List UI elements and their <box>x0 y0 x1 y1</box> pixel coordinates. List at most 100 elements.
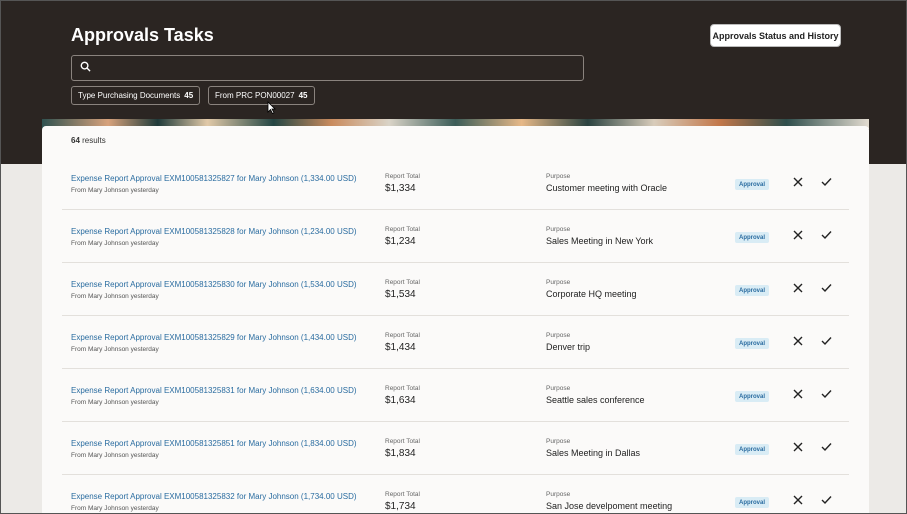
task-row[interactable]: Expense Report Approval EXM100581325831 … <box>62 369 849 422</box>
approve-button[interactable] <box>817 227 835 245</box>
close-icon <box>793 386 803 404</box>
purpose-value: Corporate HQ meeting <box>546 289 637 299</box>
filter-chip-label: From PRC PON00027 <box>215 91 295 100</box>
task-title-link[interactable]: Expense Report Approval EXM100581325830 … <box>71 280 357 289</box>
filter-chip-type[interactable]: Type Purchasing Documents 45 <box>71 86 201 105</box>
search-input[interactable] <box>99 62 579 74</box>
task-title-link[interactable]: Expense Report Approval EXM100581325832 … <box>71 492 357 501</box>
report-total-value: $1,534 <box>385 289 416 300</box>
task-from: From Mary Johnson yesterday <box>71 346 159 353</box>
checkmark-icon <box>821 439 832 457</box>
checkmark-icon <box>821 333 832 351</box>
approval-badge: Approval <box>735 285 770 296</box>
filter-chip-from[interactable]: From PRC PON00027 45 <box>208 86 315 105</box>
purpose-value: San Jose develpoment meeting <box>546 501 673 511</box>
approve-button[interactable] <box>817 386 835 404</box>
approval-badge: Approval <box>735 444 770 455</box>
filter-chip-count: 45 <box>298 91 308 100</box>
report-total-label: Report Total <box>385 279 420 286</box>
task-from: From Mary Johnson yesterday <box>71 505 159 512</box>
report-total-value: $1,234 <box>385 236 416 247</box>
task-title-link[interactable]: Expense Report Approval EXM100581325831 … <box>71 386 357 395</box>
reject-button[interactable] <box>789 174 807 192</box>
reject-button[interactable] <box>789 439 807 457</box>
report-total-value: $1,734 <box>385 501 416 512</box>
approvals-status-history-button[interactable]: Approvals Status and History <box>710 24 841 47</box>
app-window: Approvals Tasks Approvals Status and His… <box>0 0 907 514</box>
report-total-label: Report Total <box>385 173 420 180</box>
purpose-label: Purpose <box>546 385 571 392</box>
close-icon <box>793 227 803 245</box>
task-row[interactable]: Expense Report Approval EXM100581325828 … <box>62 210 849 263</box>
task-from: From Mary Johnson yesterday <box>71 452 159 459</box>
checkmark-icon <box>821 174 832 192</box>
approval-badge: Approval <box>735 338 770 349</box>
close-icon <box>793 492 803 510</box>
results-label: results <box>82 136 106 145</box>
reject-button[interactable] <box>789 492 807 510</box>
task-from: From Mary Johnson yesterday <box>71 293 159 300</box>
close-icon <box>793 439 803 457</box>
reject-button[interactable] <box>789 280 807 298</box>
task-from: From Mary Johnson yesterday <box>71 240 159 247</box>
approve-button[interactable] <box>817 280 835 298</box>
approval-badge: Approval <box>735 179 770 190</box>
report-total-value: $1,834 <box>385 448 416 459</box>
report-total-label: Report Total <box>385 491 420 498</box>
search-bar[interactable] <box>71 55 584 81</box>
purpose-label: Purpose <box>546 226 571 233</box>
close-icon <box>793 280 803 298</box>
report-total-value: $1,634 <box>385 395 416 406</box>
results-panel: 64 results Expense Report Approval EXM10… <box>42 126 869 513</box>
page-title: Approvals Tasks <box>71 25 214 45</box>
approval-badge: Approval <box>735 232 770 243</box>
checkmark-icon <box>821 280 832 298</box>
report-total-label: Report Total <box>385 438 420 445</box>
report-total-label: Report Total <box>385 332 420 339</box>
approval-badge: Approval <box>735 391 770 402</box>
purpose-label: Purpose <box>546 438 571 445</box>
approve-button[interactable] <box>817 439 835 457</box>
approve-button[interactable] <box>817 333 835 351</box>
purpose-label: Purpose <box>546 279 571 286</box>
filter-chip-count: 45 <box>184 91 194 100</box>
approval-badge: Approval <box>735 497 770 508</box>
task-title-link[interactable]: Expense Report Approval EXM100581325829 … <box>71 333 357 342</box>
reject-button[interactable] <box>789 333 807 351</box>
reject-button[interactable] <box>789 386 807 404</box>
purpose-value: Sales Meeting in New York <box>546 236 654 246</box>
purpose-label: Purpose <box>546 491 571 498</box>
search-icon <box>80 59 91 77</box>
task-row[interactable]: Expense Report Approval EXM100581325829 … <box>62 316 849 369</box>
purpose-value: Sales Meeting in Dallas <box>546 448 641 458</box>
mouse-pointer-icon <box>267 101 276 119</box>
approve-button[interactable] <box>817 492 835 510</box>
checkmark-icon <box>821 492 832 510</box>
close-icon <box>793 174 803 192</box>
purpose-value: Seattle sales conference <box>546 395 645 405</box>
checkmark-icon <box>821 386 832 404</box>
task-title-link[interactable]: Expense Report Approval EXM100581325851 … <box>71 439 357 448</box>
report-total-label: Report Total <box>385 226 420 233</box>
close-icon <box>793 333 803 351</box>
task-row[interactable]: Expense Report Approval EXM100581325851 … <box>62 422 849 475</box>
task-row[interactable]: Expense Report Approval EXM100581325832 … <box>62 475 849 513</box>
checkmark-icon <box>821 227 832 245</box>
report-total-value: $1,334 <box>385 183 416 194</box>
purpose-value: Customer meeting with Oracle <box>546 183 668 193</box>
task-title-link[interactable]: Expense Report Approval EXM100581325828 … <box>71 227 357 236</box>
purpose-label: Purpose <box>546 173 571 180</box>
reject-button[interactable] <box>789 227 807 245</box>
task-row[interactable]: Expense Report Approval EXM100581325830 … <box>62 263 849 316</box>
task-title-link[interactable]: Expense Report Approval EXM100581325827 … <box>71 174 357 183</box>
filter-chip-label: Type Purchasing Documents <box>78 91 181 100</box>
purpose-label: Purpose <box>546 332 571 339</box>
task-from: From Mary Johnson yesterday <box>71 187 159 194</box>
approve-button[interactable] <box>817 174 835 192</box>
task-row[interactable]: Expense Report Approval EXM100581325827 … <box>62 157 849 210</box>
report-total-label: Report Total <box>385 385 420 392</box>
results-number: 64 <box>71 136 80 145</box>
results-count: 64 results <box>71 136 106 145</box>
report-total-value: $1,434 <box>385 342 416 353</box>
purpose-value: Denver trip <box>546 342 591 352</box>
